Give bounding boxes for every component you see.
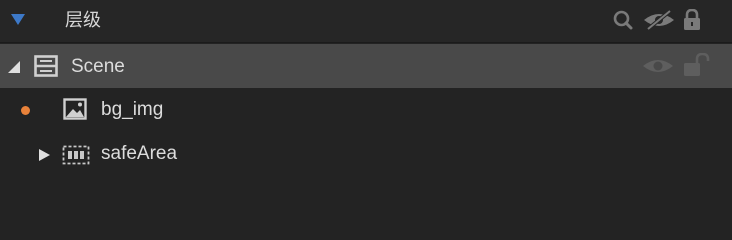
collapse-triangle-icon[interactable]	[10, 13, 26, 27]
eye-icon[interactable]	[641, 54, 675, 78]
collapsed-arrow-icon[interactable]	[37, 148, 51, 162]
panel-header: 层级	[0, 0, 732, 43]
modified-dot-icon	[21, 106, 30, 115]
eye-off-icon[interactable]	[642, 9, 676, 31]
lock-icon[interactable]	[682, 9, 702, 31]
expanded-arrow-icon[interactable]	[7, 60, 21, 74]
tree-item-label: Scene	[71, 56, 125, 77]
tree-row-scene[interactable]: Scene	[0, 44, 732, 88]
unlock-icon[interactable]	[683, 53, 711, 77]
tree-item-label: bg_img	[101, 99, 164, 120]
scene-node-icon	[34, 55, 58, 77]
tree-item-label: safeArea	[101, 143, 178, 164]
hierarchy-panel: 层级 Scene bg_img safeArea	[0, 0, 732, 240]
tree-row-bg-img[interactable]: bg_img	[0, 88, 732, 132]
panel-title: 层级	[65, 10, 101, 31]
image-icon	[63, 98, 87, 120]
safe-area-icon	[62, 145, 90, 165]
search-icon[interactable]	[612, 9, 634, 31]
tree-row-safe-area[interactable]: safeArea	[0, 132, 732, 176]
